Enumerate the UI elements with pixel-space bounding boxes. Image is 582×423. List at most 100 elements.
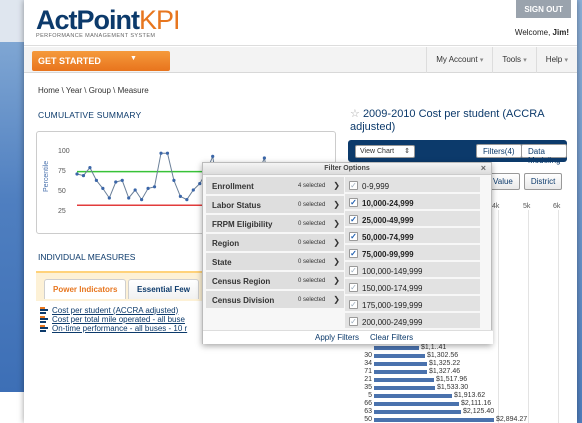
checkbox-icon[interactable]: ✓ [349,215,358,224]
data-point[interactable] [88,166,92,170]
data-point[interactable] [262,156,266,160]
background-left-panel [0,42,24,392]
data-point[interactable] [211,154,215,158]
checkbox-icon[interactable]: ✓ [349,249,358,258]
cumulative-summary-title: CUMULATIVE SUMMARY [38,110,142,120]
data-point[interactable] [191,188,195,192]
data-point[interactable] [94,178,98,182]
cost-bar[interactable] [374,362,427,366]
breadcrumb[interactable]: Home \ Year \ Group \ Measure [38,86,149,95]
chart-toolbar: View Chart ⇕ Filters(4) Data Modeling [348,140,568,165]
welcome-message: Welcome, Jim! [514,28,569,37]
checkbox-icon[interactable]: ✓ [349,266,358,275]
data-point[interactable] [101,186,105,190]
close-icon[interactable]: × [481,163,486,173]
filter-category-row[interactable]: Enrollment 4 selected ❯ [206,177,344,195]
checkbox-icon[interactable]: ✓ [349,317,358,326]
get-started-button[interactable]: GET STARTED ▼ [32,51,170,71]
y-axis-label: Percentile [43,161,50,192]
y-tick-label: 25 [58,208,66,215]
cost-value: $1,533.30 [437,384,469,391]
checkbox-icon[interactable]: ✓ [349,283,358,292]
filter-category-row[interactable]: State 0 selected ❯ [206,253,344,271]
cost-bar[interactable] [374,354,425,358]
cost-bar[interactable] [374,410,461,414]
data-point[interactable] [127,196,131,200]
data-point[interactable] [75,172,79,176]
cost-bar[interactable] [374,370,427,374]
view-chart-select[interactable]: View Chart ⇕ [355,145,415,158]
sign-out-button[interactable]: SIGN OUT [516,0,571,18]
chevron-right-icon: ❯ [333,238,340,247]
tab-power-indicators[interactable]: Power Indicators [44,279,127,299]
nav-my-account[interactable]: My Account ▾ [426,47,492,73]
cost-bar[interactable] [374,402,459,406]
filter-option[interactable]: ✓ 0-9,999 [345,177,480,193]
cost-bar[interactable] [374,386,435,390]
axis-tick-4k: 4k [492,203,500,210]
filter-selected-count: 0 selected [298,297,326,303]
cost-value: $2,111.16 [461,400,492,407]
filter-category-row[interactable]: Region 0 selected ❯ [206,234,344,252]
filter-category-row[interactable]: Census Division 0 selected ❯ [206,291,344,309]
filter-option[interactable]: ✓ 50,000-74,999 [345,228,480,244]
district-rank: 34 [364,360,372,367]
y-tick-label: 100 [58,148,70,155]
measure-link[interactable]: Cost per student (ACCRA adjusted) [40,306,187,315]
filter-selected-count: 4 selected [298,183,326,189]
filter-option[interactable]: ✓ 200,000-249,999 [345,313,480,329]
data-modeling-button[interactable]: Data Modeling [521,144,568,165]
district-rank: 5 [368,392,372,399]
nav-help[interactable]: Help ▾ [535,47,577,73]
chevron-right-icon: ❯ [333,181,340,190]
cost-bar[interactable] [374,394,452,398]
data-point[interactable] [172,178,176,182]
app-window: ActPointKPI PERFORMANCE MANAGEMENT SYSTE… [24,0,577,423]
data-point[interactable] [146,186,150,190]
gridline [528,210,529,423]
data-point[interactable] [185,198,189,202]
data-point[interactable] [133,188,137,192]
data-point[interactable] [152,185,157,189]
apply-filters-link[interactable]: Apply Filters [315,333,359,342]
filter-category-row[interactable]: Labor Status 0 selected ❯ [206,196,344,214]
star-icon[interactable]: ☆ [350,108,360,120]
district-rank: 71 [364,368,372,375]
checkbox-icon[interactable]: ✓ [349,181,358,190]
filter-option[interactable]: ✓ 100,000-149,999 [345,262,480,278]
filter-category-row[interactable]: FRPM Eligibility 0 selected ❯ [206,215,344,233]
filter-option[interactable]: ✓ 10,000-24,999 [345,194,480,210]
data-point[interactable] [107,196,111,200]
filter-option[interactable]: ✓ 175,000-199,999 [345,296,480,312]
filter-category-name: State [212,258,232,267]
data-point[interactable] [165,151,170,155]
cost-value: $1,327.46 [429,368,461,375]
tab-essential-few[interactable]: Essential Few [128,279,199,299]
nav-tools[interactable]: Tools ▾ [492,47,535,73]
cost-bar[interactable] [374,378,434,382]
clear-filters-link[interactable]: Clear Filters [370,333,413,342]
checkbox-icon[interactable]: ✓ [349,300,358,309]
data-point[interactable] [120,178,124,182]
cost-bar[interactable] [374,346,419,350]
filter-category-name: Census Division [212,296,275,305]
filter-category-name: FRPM Eligibility [212,220,273,229]
checkbox-icon[interactable]: ✓ [349,232,358,241]
filters-button[interactable]: Filters(4) [476,144,522,158]
data-point[interactable] [178,194,182,198]
measure-link[interactable]: On-time performance - all buses - 10 r [40,324,187,333]
data-point[interactable] [140,198,144,202]
district-button[interactable]: District [523,173,563,190]
filter-option[interactable]: ✓ 25,000-49,999 [345,211,480,227]
measure-link[interactable]: Cost per total mile operated - all buse [40,315,187,324]
data-point[interactable] [198,182,202,186]
filter-option[interactable]: ✓ 75,000-99,999 [345,245,480,261]
cost-bar[interactable] [374,418,494,422]
data-point[interactable] [81,174,86,178]
checkbox-icon[interactable]: ✓ [349,198,358,207]
logo[interactable]: ActPointKPI PERFORMANCE MANAGEMENT SYSTE… [36,6,181,39]
filter-option[interactable]: ✓ 150,000-174,999 [345,279,480,295]
data-point[interactable] [114,180,118,184]
filter-category-row[interactable]: Census Region 0 selected ❯ [206,272,344,290]
data-point[interactable] [159,151,163,155]
